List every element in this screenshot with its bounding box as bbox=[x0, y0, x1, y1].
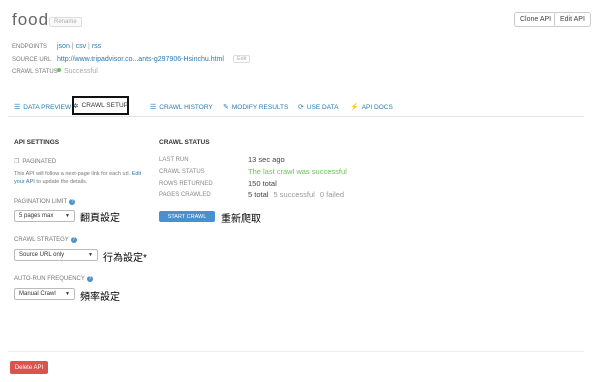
endpoints-label: ENDPOINTS bbox=[12, 44, 48, 50]
api-settings-heading: API SETTINGS bbox=[14, 139, 60, 146]
list-icon: ☰ bbox=[14, 104, 21, 111]
tab-label: Crawl Setup bbox=[81, 102, 128, 109]
crawl-strategy-label: CRAWL STRATEGY? bbox=[14, 237, 77, 243]
chevron-down-icon: ▼ bbox=[65, 291, 70, 297]
crawl-status-label: CRAWL STATUS bbox=[12, 69, 58, 75]
rows-returned-value: 150 total bbox=[248, 179, 277, 188]
footer-divider bbox=[8, 351, 584, 352]
gear-icon: ✲ bbox=[73, 102, 79, 110]
crawl-status-heading: CRAWL STATUS bbox=[159, 139, 210, 146]
crawl-status-value: Successful bbox=[57, 68, 98, 75]
tab-label: Use Data bbox=[306, 104, 339, 111]
pagination-limit-select[interactable]: 5 pages max ▼ bbox=[14, 210, 75, 222]
pages-crawled-label: PAGES CRAWLED bbox=[159, 192, 211, 198]
start-crawl-note: 重新爬取 bbox=[221, 214, 261, 225]
source-url-link[interactable]: http://www.tripadvisor.co...ants-g297906… bbox=[57, 56, 224, 63]
paginated-label: ❐ PAGINATED bbox=[14, 159, 57, 165]
status-dot-icon bbox=[57, 68, 61, 72]
api-title: food bbox=[12, 10, 50, 29]
refresh-icon: ⟳ bbox=[298, 104, 304, 111]
tab-api-docs[interactable]: ⚡ API Docs bbox=[350, 103, 393, 111]
rename-button[interactable]: Rename bbox=[49, 17, 82, 27]
endpoints-links: json | csv | rss bbox=[57, 43, 101, 50]
pagination-limit-label: PAGINATION LIMIT? bbox=[14, 199, 76, 205]
pages-successful: 5 successful bbox=[273, 190, 315, 199]
endpoint-separator: | bbox=[88, 43, 90, 50]
delete-api-button[interactable]: Delete API bbox=[10, 361, 48, 374]
source-url-label: SOURCE URL bbox=[12, 57, 52, 63]
start-crawl-button[interactable]: START CRAWL bbox=[159, 211, 215, 222]
select-value: Source URL only bbox=[19, 252, 65, 258]
endpoint-separator: | bbox=[71, 43, 74, 50]
book-icon: ❐ bbox=[14, 159, 20, 165]
edit-api-button[interactable]: Edit API bbox=[554, 12, 591, 27]
last-run-label: LAST RUN bbox=[159, 157, 189, 163]
crawl-strategy-select[interactable]: Source URL only ▼ bbox=[14, 249, 98, 261]
help-icon[interactable]: ? bbox=[69, 199, 76, 205]
pages-crawled-value: 5 total 5 successful 0 failed bbox=[248, 190, 345, 199]
plug-icon: ⚡ bbox=[350, 104, 359, 111]
chevron-down-icon: ▼ bbox=[65, 213, 70, 219]
tab-label: API Docs bbox=[361, 104, 393, 111]
endpoint-json-link[interactable]: json bbox=[57, 43, 70, 50]
tab-crawl-history[interactable]: ☰ Crawl History bbox=[150, 103, 213, 111]
select-value: 5 pages max bbox=[19, 213, 54, 219]
crawl-status-row-label: CRAWL STATUS bbox=[159, 169, 205, 175]
select-value: Manual Crawl bbox=[19, 291, 56, 297]
tab-data-preview[interactable]: ☰ Data Preview bbox=[14, 103, 71, 111]
tab-label: Crawl History bbox=[159, 104, 213, 111]
list-icon: ☰ bbox=[150, 104, 157, 111]
endpoint-csv-link[interactable]: csv bbox=[76, 43, 87, 50]
rows-returned-label: ROWS RETURNED bbox=[159, 181, 213, 187]
last-run-value: 13 sec ago bbox=[248, 155, 285, 164]
source-url-edit-button[interactable]: Edit bbox=[233, 55, 251, 63]
crawl-status-row-value: The last crawl was successful bbox=[248, 167, 347, 176]
crawl-strategy-note: 行為設定* bbox=[103, 253, 147, 264]
pages-failed: 0 failed bbox=[319, 190, 345, 199]
pencil-icon: ✎ bbox=[223, 104, 229, 111]
help-icon[interactable]: ? bbox=[86, 276, 93, 282]
tabs-divider bbox=[8, 116, 584, 117]
tab-label: Data Preview bbox=[23, 104, 72, 111]
chevron-down-icon: ▼ bbox=[88, 252, 93, 258]
auto-run-label: AUTO-RUN FREQUENCY? bbox=[14, 276, 93, 282]
tab-modify-results[interactable]: ✎ Modify Results bbox=[223, 103, 288, 111]
tab-label: Modify Results bbox=[231, 104, 289, 111]
pagination-help-text: This API will follow a next-page link fo… bbox=[14, 171, 142, 185]
help-icon[interactable]: ? bbox=[70, 237, 77, 243]
tab-crawl-setup[interactable]: ✲ Crawl Setup bbox=[72, 96, 129, 115]
crawl-status-text: Successful bbox=[64, 68, 98, 75]
pagination-note: 翻頁設定 bbox=[80, 213, 120, 224]
auto-run-note: 頻率設定 bbox=[80, 292, 120, 303]
tab-use-data[interactable]: ⟳ Use Data bbox=[298, 103, 338, 111]
clone-api-button[interactable]: Clone API bbox=[514, 12, 558, 27]
endpoint-rss-link[interactable]: rss bbox=[92, 43, 101, 50]
auto-run-select[interactable]: Manual Crawl ▼ bbox=[14, 288, 75, 300]
